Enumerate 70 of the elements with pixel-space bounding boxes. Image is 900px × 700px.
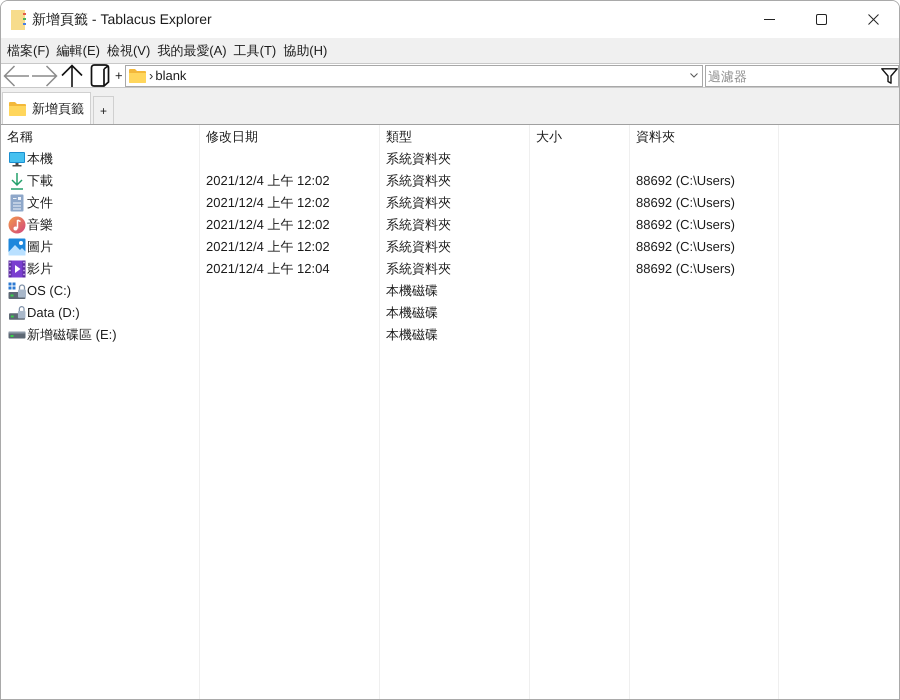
menu-item[interactable]: 檢視(V) [104,40,152,62]
music-note-icon [8,216,26,234]
type-cell: 系統資料夾 [380,258,530,280]
column-header[interactable]: 大小 [530,125,630,148]
picture-icon [8,238,26,256]
folder-cell: 88692 (C:\Users) [630,170,779,192]
type-cell: 系統資料夾 [380,214,530,236]
add-label[interactable]: + [115,69,123,82]
video-icon [8,260,26,278]
type-cell: 本機磁碟 [380,280,530,302]
folder-icon [129,68,146,82]
minimize-icon [764,19,774,20]
address-bar[interactable]: ›blank [125,64,703,86]
folder-cell: 88692 (C:\Users) [630,236,779,258]
close-icon [868,14,878,25]
new-tab-button[interactable]: + [93,96,114,124]
file-name[interactable]: Data (D:) [27,303,80,323]
type-cell: 系統資料夾 [380,148,530,170]
column-header[interactable]: 名稱 [1,125,200,148]
tab[interactable]: 新增頁籤 [2,92,91,124]
drive-icon [8,331,26,339]
book-button[interactable] [89,64,111,87]
file-name[interactable]: 文件 [27,193,53,213]
menu-item[interactable]: 我的最愛(A) [155,40,229,62]
column-header[interactable]: 修改日期 [200,125,380,148]
type-cell: 本機磁碟 [380,324,530,346]
computer-icon [8,150,26,168]
file-name[interactable]: 下載 [27,171,53,191]
maximize-icon [816,14,826,25]
file-name[interactable]: 本機 [27,149,53,169]
file-name[interactable]: 音樂 [27,215,53,235]
type-cell: 本機磁碟 [380,302,530,324]
date-cell: 2021/12/4 上午 12:02 [200,192,380,214]
arrow-right-icon [30,64,58,86]
locked-drive-icon [8,306,26,320]
menu-item[interactable]: 協助(H) [281,40,330,62]
arrow-up-icon [60,64,84,87]
type-cell: 系統資料夾 [380,236,530,258]
caret-down-icon[interactable] [690,73,698,78]
menu-item[interactable]: 編輯(E) [54,40,102,62]
menu-item[interactable]: 檔案(F) [5,40,52,62]
date-cell: 2021/12/4 上午 12:02 [200,170,380,192]
download-icon [8,172,26,190]
address-value[interactable]: blank [155,66,186,86]
date-cell: 2021/12/4 上午 12:04 [200,258,380,280]
filter-icon[interactable] [881,68,898,84]
file-name[interactable]: OS (C:) [27,281,72,301]
breadcrumb-separator: › [149,66,154,85]
book-icon [90,64,110,87]
window-title: 新增頁籤 - Tablacus Explorer [32,10,212,29]
date-cell: 2021/12/4 上午 12:02 [200,214,380,236]
type-cell: 系統資料夾 [380,192,530,214]
folder-cell: 88692 (C:\Users) [630,214,779,236]
column-header[interactable]: 類型 [380,125,530,148]
file-name[interactable]: 圖片 [27,237,53,257]
menu-item[interactable]: 工具(T) [232,40,278,62]
type-cell: 系統資料夾 [380,170,530,192]
folder-icon [9,102,26,116]
file-name[interactable]: 新增磁碟區 (E:) [27,325,117,345]
notebook-icon [11,10,26,30]
file-name[interactable]: 影片 [27,259,53,279]
folder-cell: 88692 (C:\Users) [630,258,779,280]
column-header[interactable]: 資料夾 [630,125,779,148]
document-icon [8,194,26,212]
system-drive-icon [8,282,26,300]
filter-field[interactable]: 過濾器 [705,65,899,87]
tab-label[interactable]: 新增頁籤 [32,98,84,118]
date-cell: 2021/12/4 上午 12:02 [200,236,380,258]
folder-cell: 88692 (C:\Users) [630,192,779,214]
arrow-left-icon [2,64,30,86]
